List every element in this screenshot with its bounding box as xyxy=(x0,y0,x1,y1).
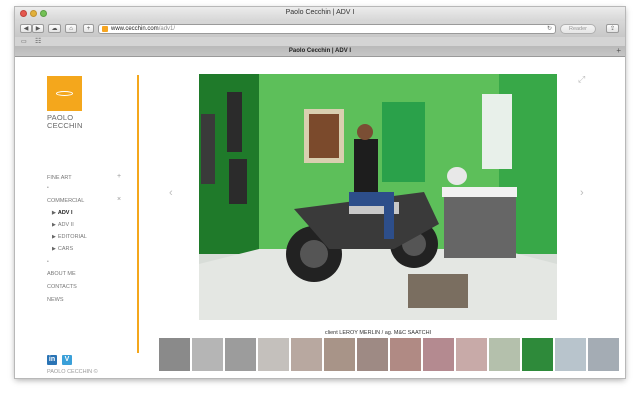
nav-separator: • xyxy=(47,185,49,191)
orange-divider xyxy=(137,75,139,353)
title-bar: Paolo Cecchin | ADV I xyxy=(15,7,625,21)
tab-bar: Paolo Cecchin | ADV I + xyxy=(15,46,625,57)
forward-button[interactable]: ▶ xyxy=(32,24,44,33)
browser-toolbar: ◀ ▶ ☁ ⌂ + www.cecchin.com/adv1/ ↻ Reader… xyxy=(15,21,625,37)
nav-sub-label: EDITORIAL xyxy=(57,234,87,240)
url-host: www.cecchin.com xyxy=(111,26,159,32)
collapse-icon[interactable]: × xyxy=(117,196,121,203)
top-sites-icon[interactable]: ☷ xyxy=(35,37,41,45)
back-button[interactable]: ◀ xyxy=(20,24,32,33)
logo-name-line2: CECCHIN xyxy=(47,121,83,130)
thumbnail[interactable] xyxy=(357,338,388,371)
thumbnail[interactable] xyxy=(192,338,223,371)
thumbnail[interactable] xyxy=(225,338,256,371)
nav-sub-editorial[interactable]: ▶ EDITORIAL xyxy=(52,234,87,240)
prev-arrow-icon[interactable]: ‹ xyxy=(169,187,173,199)
nav-sub-adv2[interactable]: ▶ ADV II xyxy=(52,222,74,228)
thumbnail[interactable] xyxy=(588,338,619,371)
site-favicon-icon xyxy=(102,26,108,32)
share-icon: ⇪ xyxy=(609,26,616,32)
thumbnail[interactable] xyxy=(258,338,289,371)
photo-caption: client LEROY MERLIN / ag. M&C SAATCHI xyxy=(324,330,432,336)
chevron-left-icon: ◀ xyxy=(23,26,29,32)
thumbnail[interactable] xyxy=(456,338,487,371)
window-title: Paolo Cecchin | ADV I xyxy=(285,9,355,16)
nav-sub-label: ADV I xyxy=(57,210,73,216)
triangle-right-icon: ▶ xyxy=(52,222,56,228)
thumbnail[interactable] xyxy=(423,338,454,371)
thumbnail[interactable] xyxy=(324,338,355,371)
linkedin-icon[interactable]: in xyxy=(47,355,57,365)
nav-contacts[interactable]: CONTACTS xyxy=(47,284,77,290)
new-tab-icon[interactable]: + xyxy=(616,47,621,55)
thumbnail[interactable] xyxy=(159,338,190,371)
reload-icon[interactable]: ↻ xyxy=(547,25,552,32)
thumbnail[interactable] xyxy=(555,338,586,371)
nav-about[interactable]: ABOUT ME xyxy=(47,271,76,277)
nav-sub-label: ADV II xyxy=(57,222,74,228)
add-bookmark-button[interactable]: + xyxy=(83,24,94,33)
icloud-tabs-button[interactable]: ☁ xyxy=(48,24,61,33)
nav-fine-art[interactable]: FINE ART xyxy=(47,175,72,181)
home-icon: ⌂ xyxy=(69,26,73,32)
main-photo xyxy=(199,74,557,320)
thumbnail-active[interactable] xyxy=(522,338,553,371)
nav-sub-label: CARS xyxy=(57,246,74,252)
url-text: www.cecchin.com/adv1/ xyxy=(111,26,175,32)
nav-commercial[interactable]: COMMERCIAL xyxy=(47,198,84,204)
triangle-right-icon: ▶ xyxy=(52,246,56,252)
vimeo-icon[interactable]: V xyxy=(62,355,72,365)
thumbnail[interactable] xyxy=(291,338,322,371)
share-button[interactable]: ⇪ xyxy=(606,24,619,33)
address-bar[interactable]: www.cecchin.com/adv1/ ↻ xyxy=(98,24,556,34)
triangle-right-icon: ▶ xyxy=(52,210,56,216)
footer-copyright: PAOLO CECCHIN © xyxy=(47,369,98,375)
web-page: PAOLO CECCHIN FINE ART + • COMMERCIAL × … xyxy=(15,57,625,378)
triangle-right-icon: ▶ xyxy=(52,234,56,240)
fullscreen-icon[interactable]: ⤢ xyxy=(578,74,585,85)
nav-news[interactable]: NEWS xyxy=(47,297,64,303)
reader-button[interactable]: Reader xyxy=(560,24,596,34)
expand-plus-icon[interactable]: + xyxy=(117,173,121,180)
bookmarks-bar: ▭ ☷ xyxy=(15,37,625,46)
nav-sub-cars[interactable]: ▶ CARS xyxy=(52,246,73,252)
thumbnail[interactable] xyxy=(489,338,520,371)
nav-separator: • xyxy=(47,259,49,265)
tab-active[interactable]: Paolo Cecchin | ADV I xyxy=(15,48,625,54)
thumbnail[interactable] xyxy=(390,338,421,371)
site-logo[interactable] xyxy=(47,76,82,111)
logo-mark-icon xyxy=(56,91,73,96)
book-icon[interactable]: ▭ xyxy=(21,38,27,45)
cloud-icon: ☁ xyxy=(51,26,58,32)
chevron-right-icon: ▶ xyxy=(35,26,41,32)
nav-sub-adv1[interactable]: ▶ ADV I xyxy=(52,210,73,216)
next-arrow-icon[interactable]: › xyxy=(580,187,584,199)
logo-name: PAOLO CECCHIN xyxy=(47,114,83,130)
home-button[interactable]: ⌂ xyxy=(65,24,77,33)
url-path: /adv1/ xyxy=(158,26,176,32)
browser-window: Paolo Cecchin | ADV I ◀ ▶ ☁ ⌂ + www.cecc… xyxy=(15,7,625,378)
plus-icon: + xyxy=(86,26,91,32)
